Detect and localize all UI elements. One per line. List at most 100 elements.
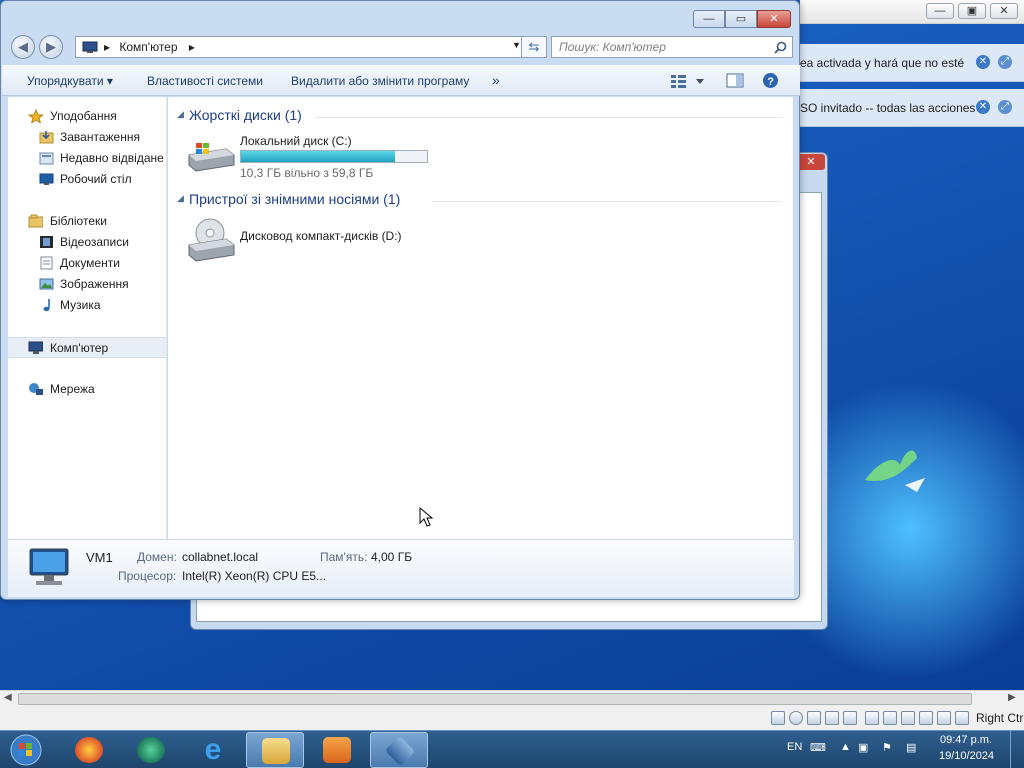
start-button[interactable] xyxy=(6,732,46,768)
host-close-button[interactable]: ✕ xyxy=(990,3,1018,19)
virtualization-status-icon[interactable] xyxy=(919,711,933,725)
cpu-status-icon[interactable] xyxy=(937,711,951,725)
notification-bar-2: SO invitado -- todas las acciones ✕ ⤢ xyxy=(800,89,1024,127)
nav-label: Уподобання xyxy=(50,109,117,123)
group-header-hard-drives[interactable]: Жорсткі диски (1) xyxy=(189,107,302,123)
hard-drive-windows-icon xyxy=(188,143,235,172)
horizontal-scrollbar[interactable]: ◀ ▶ xyxy=(0,690,1024,707)
devices-icon[interactable]: ▣ xyxy=(858,741,868,754)
firefox-icon xyxy=(75,737,103,763)
breadcrumb-arrow-icon[interactable]: ▸ xyxy=(104,40,110,54)
taskbar-virtualbox[interactable] xyxy=(370,732,428,768)
keyboard-icon[interactable]: ⌨ xyxy=(810,741,826,754)
nav-favorites[interactable]: Уподобання xyxy=(8,106,166,126)
host-minimize-button[interactable]: — xyxy=(926,3,954,19)
host-key-label: Right Ctrl xyxy=(976,711,1024,725)
network-status-icon[interactable] xyxy=(825,711,839,725)
videos-icon xyxy=(40,236,53,248)
breadcrumb-computer[interactable]: Комп'ютер xyxy=(119,40,177,54)
show-desktop-button[interactable] xyxy=(1010,731,1024,768)
taskbar-media-player[interactable] xyxy=(308,732,366,768)
group-header-removable[interactable]: Пристрої зі знімними носіями (1) xyxy=(189,191,400,207)
refresh-button[interactable]: ⇆ xyxy=(521,36,547,58)
notification-info-icon[interactable]: ✕ xyxy=(976,55,990,69)
app-icon xyxy=(137,737,165,763)
taskbar-app-green[interactable] xyxy=(122,732,180,768)
drive-c-item[interactable]: Локальний диск (C:) 10,3 ГБ вільно з 59,… xyxy=(186,131,448,181)
collapse-arrow-icon[interactable]: ◢ xyxy=(177,193,184,204)
explorer-titlebar[interactable]: — ▭ ✕ xyxy=(1,1,799,33)
nav-music[interactable]: Музика xyxy=(8,295,166,315)
nav-documents[interactable]: Документи xyxy=(8,253,166,273)
clock-date[interactable]: 19/10/2024 xyxy=(939,750,994,762)
network-tray-icon[interactable]: ▤ xyxy=(906,741,916,754)
hard-disk-status-icon[interactable] xyxy=(771,711,785,725)
search-icon[interactable] xyxy=(774,41,787,54)
nav-videos[interactable]: Відеозаписи xyxy=(8,232,166,252)
action-center-flag-icon[interactable]: ⚑ xyxy=(882,741,892,754)
usb-status-icon[interactable] xyxy=(843,711,857,725)
cpu-value: Intel(R) Xeon(R) CPU E5... xyxy=(182,569,327,583)
details-pane: VM1 Домен: collabnet.local Пам'ять: 4,00… xyxy=(8,539,794,597)
nav-label: Бібліотеки xyxy=(50,214,107,228)
address-bar[interactable]: ▸ Комп'ютер ▸ ▼ xyxy=(75,36,523,58)
address-dropdown-icon[interactable]: ▼ xyxy=(512,40,521,50)
audio-status-icon[interactable] xyxy=(807,711,821,725)
scroll-right-icon[interactable]: ▶ xyxy=(1008,692,1016,703)
taskbar: e EN ⌨ ▲ ▣ ⚑ ▤ 09:47 p.m. 19/10/2024 xyxy=(0,730,1024,768)
domain-value: collabnet.local xyxy=(182,550,259,564)
back-button[interactable]: ◀ xyxy=(11,35,35,59)
scroll-left-icon[interactable]: ◀ xyxy=(4,692,12,703)
cpu-label: Процесор: xyxy=(118,569,177,583)
mouse-cursor-icon xyxy=(419,507,434,527)
scrollbar-thumb[interactable] xyxy=(18,693,972,705)
breadcrumb-arrow-icon[interactable]: ▸ xyxy=(189,40,195,54)
drive-d-item[interactable]: Дисковод компакт-дисків (D:) xyxy=(186,215,426,265)
more-commands-button[interactable]: » xyxy=(492,72,500,88)
system-properties-button[interactable]: Властивості системи xyxy=(147,74,263,88)
preview-pane-icon[interactable] xyxy=(726,73,744,88)
nav-computer[interactable]: Комп'ютер xyxy=(8,337,166,358)
background-window-close-button[interactable]: ✕ xyxy=(797,154,825,170)
nav-network[interactable]: Мережа xyxy=(8,379,166,399)
clock-time[interactable]: 09:47 p.m. xyxy=(940,734,992,746)
search-placeholder: Пошук: Комп'ютер xyxy=(559,40,666,54)
forward-button[interactable]: ▶ xyxy=(39,35,63,59)
nav-desktop[interactable]: Робочий стіл xyxy=(8,169,166,189)
host-status-bar: Right Ctrl xyxy=(0,707,1024,730)
nav-pictures[interactable]: Зображення xyxy=(8,274,166,294)
taskbar-internet-explorer[interactable]: e xyxy=(184,732,242,768)
shared-folders-status-icon[interactable] xyxy=(865,711,879,725)
show-hidden-icons-icon[interactable]: ▲ xyxy=(840,741,851,753)
collapse-arrow-icon[interactable]: ◢ xyxy=(177,109,184,120)
video-capture-status-icon[interactable] xyxy=(901,711,915,725)
notification-mouse-icon[interactable]: ⤢ xyxy=(998,100,1012,114)
change-view-icon[interactable] xyxy=(670,74,706,88)
maximize-button[interactable]: ▭ xyxy=(725,10,757,28)
search-input[interactable]: Пошук: Комп'ютер xyxy=(551,36,793,58)
notification-info-icon[interactable]: ✕ xyxy=(976,100,990,114)
close-button[interactable]: ✕ xyxy=(757,10,791,28)
mouse-integration-status-icon[interactable] xyxy=(955,711,969,725)
display-status-icon[interactable] xyxy=(883,711,897,725)
nav-downloads[interactable]: Завантаження xyxy=(8,127,166,147)
optical-drive-status-icon[interactable] xyxy=(789,711,803,725)
help-icon[interactable]: ? xyxy=(762,72,779,89)
host-restore-button[interactable]: ▣ xyxy=(958,3,986,19)
organize-button[interactable]: Упорядкувати ▾ xyxy=(27,74,113,88)
taskbar-firefox[interactable] xyxy=(60,732,118,768)
taskbar-explorer[interactable] xyxy=(246,732,304,768)
minimize-button[interactable]: — xyxy=(693,10,725,28)
windows-start-icon xyxy=(10,734,42,766)
uninstall-program-button[interactable]: Видалити або змінити програму xyxy=(291,74,469,88)
nav-libraries[interactable]: Бібліотеки xyxy=(8,211,166,231)
explorer-window: — ▭ ✕ ◀ ▶ ▸ Комп'ютер ▸ ▼ ⇆ Пошук: Комп'… xyxy=(0,0,800,600)
pictures-icon xyxy=(39,278,54,290)
computer-monitor-icon xyxy=(29,548,69,585)
command-bar: Упорядкувати ▾ Властивості системи Видал… xyxy=(2,65,800,96)
language-indicator[interactable]: EN xyxy=(787,741,802,753)
notification-mouse-icon[interactable]: ⤢ xyxy=(998,55,1012,69)
nav-label: Відеозаписи xyxy=(60,235,129,249)
nav-recent[interactable]: Недавно відвідане xyxy=(8,148,166,168)
memory-label: Пам'ять: xyxy=(320,550,368,564)
